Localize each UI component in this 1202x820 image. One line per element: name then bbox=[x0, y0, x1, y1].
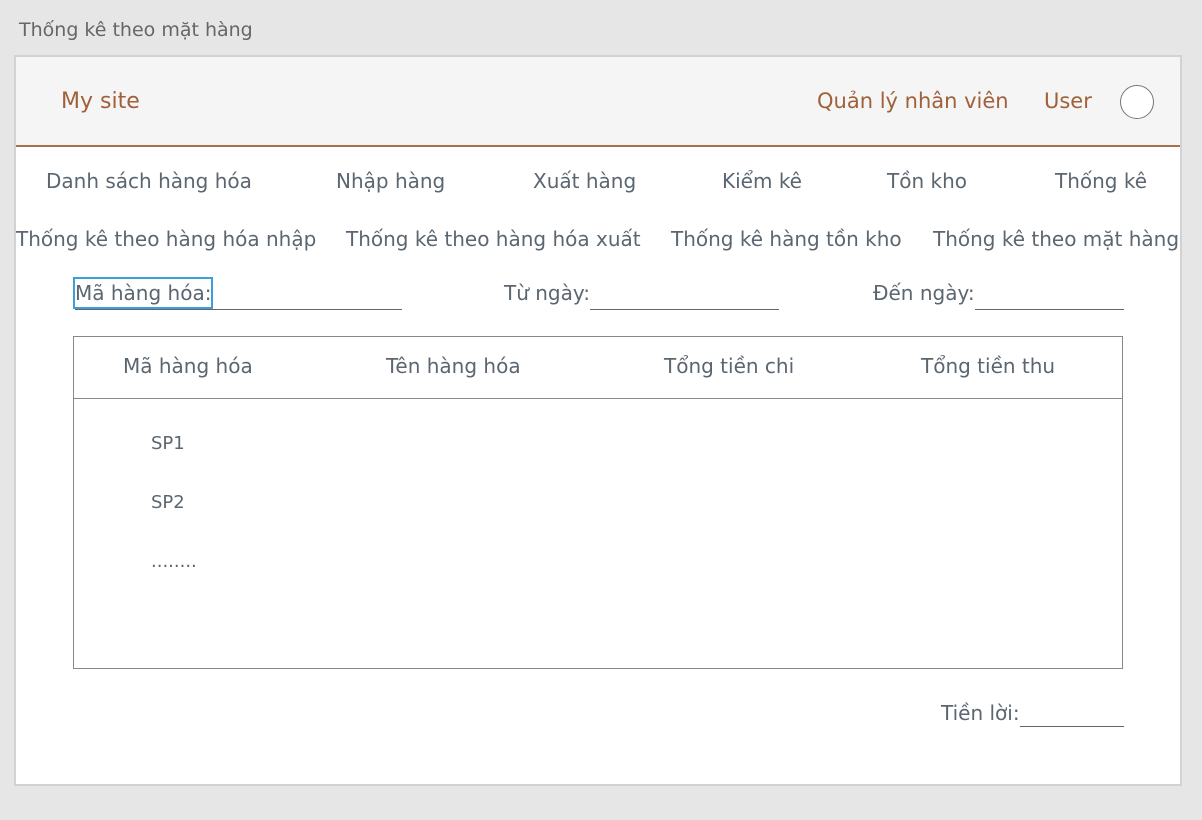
menu-item-export[interactable]: Xuất hàng bbox=[533, 169, 636, 193]
to-date-label: Đến ngày: bbox=[873, 281, 975, 305]
table-row: ........ bbox=[151, 551, 197, 572]
menu-item-stock[interactable]: Tồn kho bbox=[887, 169, 967, 193]
menu-item-import[interactable]: Nhập hàng bbox=[336, 169, 445, 193]
to-date-filter: Đến ngày: bbox=[873, 277, 1124, 310]
submenu-item-stats-export[interactable]: Thống kê theo hàng hóa xuất bbox=[346, 227, 641, 251]
navbar-divider bbox=[16, 145, 1180, 147]
submenu-item-stats-import[interactable]: Thống kê theo hàng hóa nhập bbox=[16, 227, 316, 251]
column-header-product-code: Mã hàng hóa bbox=[123, 354, 253, 378]
to-date-input[interactable] bbox=[975, 277, 1124, 310]
menu-item-statistics[interactable]: Thống kê bbox=[1055, 169, 1147, 193]
from-date-label: Từ ngày: bbox=[504, 281, 590, 305]
submenu-item-stats-stock[interactable]: Thống kê hàng tồn kho bbox=[671, 227, 902, 251]
menu-item-inventory-check[interactable]: Kiểm kê bbox=[722, 169, 802, 193]
table-row: SP2 bbox=[151, 492, 185, 513]
column-header-product-name: Tên hàng hóa bbox=[386, 354, 521, 378]
app-frame: My site Quản lý nhân viên User Danh sách… bbox=[14, 55, 1182, 786]
menu-item-product-list[interactable]: Danh sách hàng hóa bbox=[46, 169, 252, 193]
statistics-table: Mã hàng hóa Tên hàng hóa Tổng tiền chi T… bbox=[73, 336, 1123, 669]
nav-link-staff-management[interactable]: Quản lý nhân viên bbox=[817, 89, 1009, 113]
profit-field: Tiền lời: bbox=[941, 697, 1124, 727]
profit-label: Tiền lời: bbox=[941, 701, 1020, 725]
profit-input[interactable] bbox=[1020, 697, 1124, 727]
from-date-filter: Từ ngày: bbox=[504, 277, 779, 310]
from-date-input[interactable] bbox=[590, 277, 779, 310]
column-header-total-income: Tổng tiền thu bbox=[921, 354, 1056, 378]
table-header: Mã hàng hóa Tên hàng hóa Tổng tiền chi T… bbox=[74, 337, 1122, 399]
column-header-total-expense: Tổng tiền chi bbox=[664, 354, 795, 378]
submenu-item-stats-by-product[interactable]: Thống kê theo mặt hàng bbox=[933, 227, 1179, 251]
table-row: SP1 bbox=[151, 433, 185, 454]
page-caption: Thống kê theo mặt hàng bbox=[19, 19, 253, 41]
focus-indicator bbox=[73, 277, 213, 309]
nav-link-user[interactable]: User bbox=[1044, 89, 1092, 113]
user-avatar[interactable] bbox=[1120, 85, 1154, 119]
top-navbar: My site Quản lý nhân viên User bbox=[16, 57, 1180, 147]
brand-link[interactable]: My site bbox=[61, 89, 140, 114]
